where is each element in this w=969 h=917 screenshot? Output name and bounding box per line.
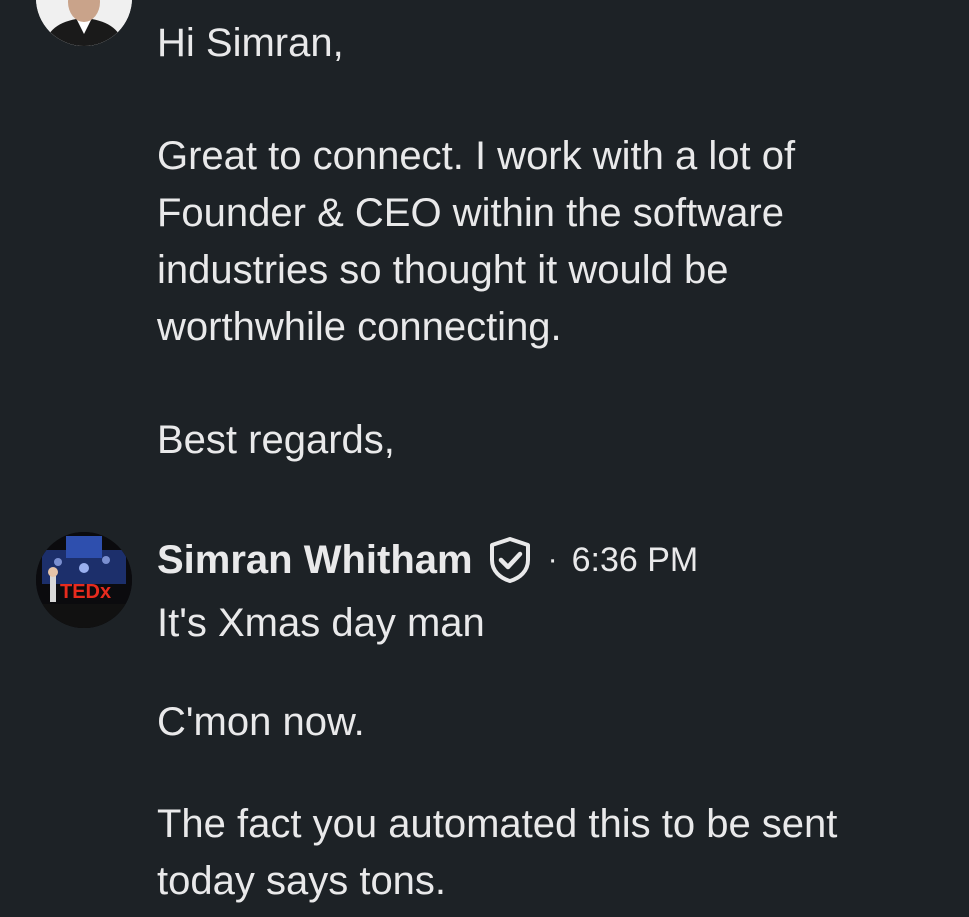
- message-line: Best regards,: [157, 418, 395, 462]
- message-line: C'mon now.: [157, 700, 365, 744]
- message-timestamp: 6:36 PM: [571, 540, 699, 579]
- tedx-profile-photo-icon: TEDx: [36, 532, 132, 628]
- shield-check-icon: [488, 536, 532, 584]
- sender-name[interactable]: Simran Whitham: [157, 538, 473, 583]
- sender-avatar[interactable]: TEDx: [36, 532, 132, 628]
- tedx-logo: TEDx: [60, 581, 111, 603]
- profile-photo-icon: [36, 0, 132, 46]
- message-line: Hi Simran,: [157, 21, 344, 65]
- message-line: The fact you automated this to be sent: [157, 802, 838, 846]
- message-line: industries so thought it would be: [157, 248, 729, 292]
- message-line: Great to connect. I work with a lot of: [157, 134, 796, 178]
- message-line: worthwhile connecting.: [157, 305, 562, 349]
- separator-dot: ·: [547, 543, 558, 576]
- message-line: today says tons.: [157, 859, 447, 903]
- message-line: It's Xmas day man: [157, 601, 485, 645]
- message-header: Simran Whitham · 6:36 PM: [157, 532, 698, 588]
- sender-avatar[interactable]: [36, 0, 132, 46]
- message-line: Founder & CEO within the software: [157, 191, 784, 235]
